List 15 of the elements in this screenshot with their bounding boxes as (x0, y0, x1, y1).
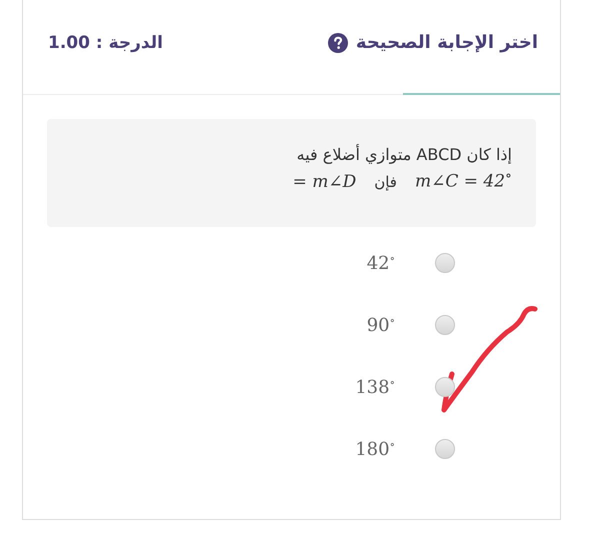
option-label: 180$^{∘}$ (355, 438, 395, 460)
grade-label: الدرجة : 1.00 (48, 32, 163, 52)
radio-button[interactable] (435, 315, 455, 335)
radio-button[interactable] (435, 253, 455, 273)
help-icon[interactable] (328, 32, 348, 52)
option-label: 90$^{∘}$ (366, 314, 395, 336)
radio-button[interactable] (435, 377, 455, 397)
question-text: فإن (374, 172, 397, 191)
question-text: إذا كان ABCD متوازي أضلاع فيه (296, 145, 512, 164)
option-label: 138$^{∘}$ (355, 376, 395, 398)
question-title: اختر الإجابة الصحيحة (356, 32, 538, 53)
math-expression: m∠C = 42$^{∘}$ (414, 168, 512, 192)
option-label: 42$^{∘}$ (366, 252, 395, 274)
math-expression: = m∠D (292, 172, 356, 192)
radio-button[interactable] (435, 439, 455, 459)
